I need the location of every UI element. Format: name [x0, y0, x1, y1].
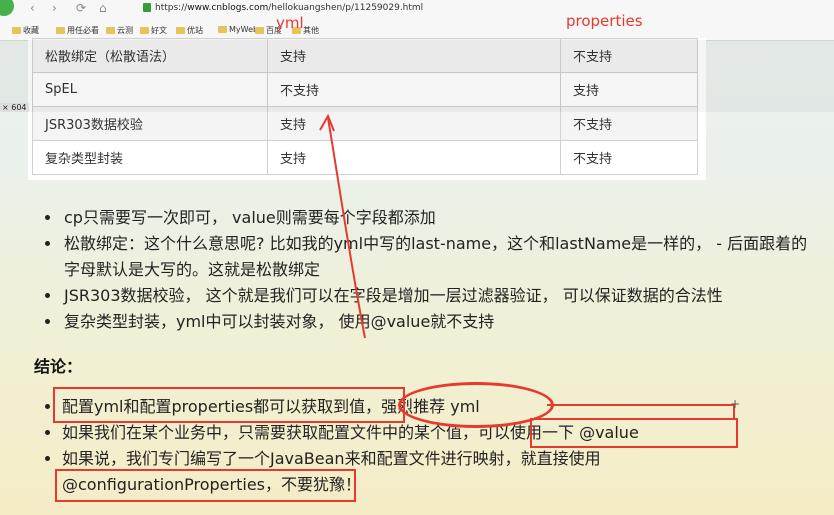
svg-text:+: +	[730, 397, 740, 411]
annotation-arrow: +	[319, 113, 740, 420]
